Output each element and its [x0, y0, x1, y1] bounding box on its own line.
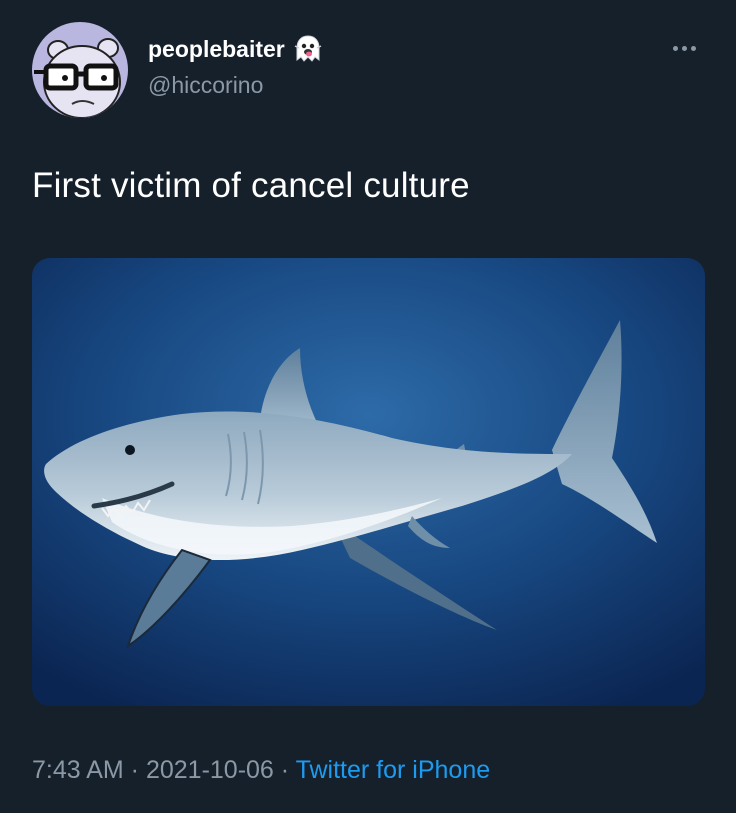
great-white-shark-photo-icon [32, 258, 705, 706]
tweet-time[interactable]: 7:43 AM [32, 756, 124, 784]
ellipsis-icon [690, 45, 696, 51]
user-name-row: peoplebaiter [148, 34, 323, 64]
tweet-card: peoplebaiter @hiccorino First victim of … [0, 0, 736, 813]
ellipsis-icon [681, 45, 687, 51]
tweet-text: First victim of cancel culture [32, 166, 470, 205]
meta-separator: · [123, 756, 146, 784]
tweet-media-image[interactable] [32, 258, 705, 706]
tweet-metadata: 7:43 AM · 2021-10-06 · Twitter for iPhon… [32, 756, 490, 785]
tweet-date[interactable]: 2021-10-06 [146, 756, 274, 784]
meta-separator: · [273, 756, 296, 784]
more-options-button[interactable] [664, 36, 704, 60]
avatar[interactable] [32, 22, 128, 118]
ghost-emoji-icon [293, 34, 323, 64]
bear-with-glasses-avatar-icon [32, 22, 128, 118]
user-handle[interactable]: @hiccorino [148, 72, 263, 99]
display-name[interactable]: peoplebaiter [148, 36, 285, 63]
ellipsis-icon [672, 45, 678, 51]
tweet-source-link[interactable]: Twitter for iPhone [296, 756, 491, 784]
